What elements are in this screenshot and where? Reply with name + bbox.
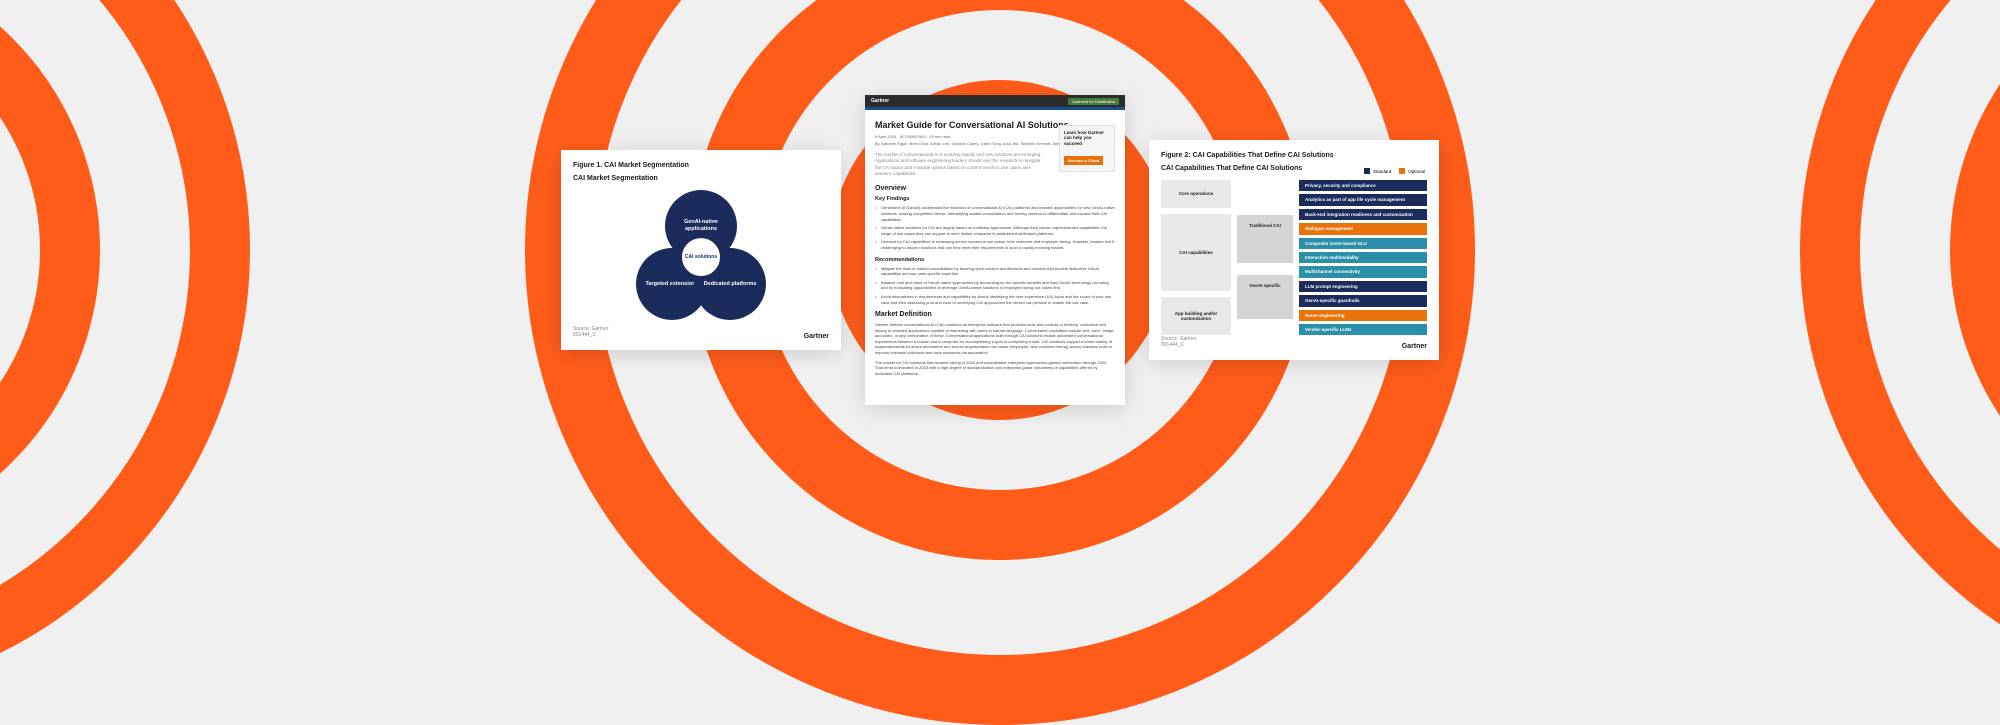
figure2-title: Figure 2: CAI Capabilities That Define C… <box>1161 152 1427 159</box>
legend-standard-label: Standard <box>1373 169 1391 174</box>
cap-guardrails: GenAI-specific guardrails <box>1299 295 1427 306</box>
figure2-card: Figure 2: CAI Capabilities That Define C… <box>1149 140 1439 360</box>
swatch-navy <box>1364 168 1370 174</box>
recommendation-item: Avoid mismatches in requirements and cap… <box>875 294 1115 305</box>
cta-box: Learn how Gartner can help you succeed B… <box>1059 125 1115 172</box>
market-def-heading: Market Definition <box>875 311 1115 318</box>
figure2-middle-col: Traditional CAI GenAI specific <box>1237 180 1293 335</box>
recommendation-item: Mitigate the risks of market consolidati… <box>875 266 1115 277</box>
cap-nlu: Composite intent-based NLU <box>1299 238 1427 249</box>
figure1-subtitle: CAI Market Segmentation <box>573 175 829 182</box>
recommendations-heading: Recommendations <box>875 257 1115 263</box>
side-main: CAI capabilities <box>1161 214 1231 291</box>
recommendations-list: Mitigate the risks of market consolidati… <box>875 266 1115 306</box>
side-appbuild: App building and/or customization <box>1161 297 1231 335</box>
venn-diagram: GenAI-native applications Targeted exten… <box>626 190 776 320</box>
cap-dialogue: Dialogue management <box>1299 223 1427 234</box>
figure2-right-col: Privacy, security and compliance Analyti… <box>1299 180 1427 335</box>
cap-llm-prompt: LLM prompt engineering <box>1299 281 1427 292</box>
market-def-body1: Gartner defines conversational AI (CAI) … <box>875 322 1115 356</box>
figure2-diagram: Core operations CAI capabilities App bui… <box>1161 180 1427 335</box>
cap-analytics: Analytics as part of app life cycle mana… <box>1299 194 1427 205</box>
header-brand: Gartner <box>871 98 889 104</box>
key-finding-item: Demand for CAI capabilities is increasin… <box>875 239 1115 250</box>
mid-trad: Traditional CAI <box>1237 215 1293 263</box>
doc-header: Gartner Licensed for Distribution <box>865 95 1125 107</box>
license-badge: Licensed for Distribution <box>1068 98 1119 105</box>
overview-heading: Overview <box>875 185 1115 192</box>
legend-optional: Optional <box>1399 168 1425 174</box>
key-finding-item: GenAI-native solutions for CAI are large… <box>875 225 1115 236</box>
cap-privacy: Privacy, security and compliance <box>1299 180 1427 191</box>
doc-content: Market Guide for Conversational AI Solut… <box>865 110 1125 386</box>
cap-backend: Back-end integration readiness and custo… <box>1299 209 1427 220</box>
cta-button[interactable]: Become a Client <box>1064 156 1103 165</box>
cap-multimodal: Interaction multimodality <box>1299 252 1427 263</box>
main-document-card: Gartner Licensed for Distribution Market… <box>865 95 1125 405</box>
figure1-brand: Gartner <box>804 333 829 340</box>
documents-container: Figure 1. CAI Market Segmentation CAI Ma… <box>561 95 1439 405</box>
figure1-card: Figure 1. CAI Market Segmentation CAI Ma… <box>561 150 841 350</box>
swatch-orange <box>1399 168 1405 174</box>
key-finding-item: Generative AI (GenAI) accelerated the ev… <box>875 205 1115 222</box>
figure1-title: Figure 1. CAI Market Segmentation <box>573 162 829 169</box>
market-def-body2: The market for CAI solutions first becam… <box>875 360 1115 377</box>
key-findings-list: Generative AI (GenAI) accelerated the ev… <box>875 205 1115 250</box>
side-core: Core operations <box>1161 180 1231 208</box>
cap-vendor-llm: Vendor-specific LLMs <box>1299 324 1427 335</box>
cap-multichannel: Multichannel connectivity <box>1299 266 1427 277</box>
cap-routing: Route engineering <box>1299 310 1427 321</box>
figure2-left-col: Core operations CAI capabilities App bui… <box>1161 180 1231 335</box>
venn-center: CAI solutions <box>680 236 722 278</box>
figure1-source: Source: Gartner 801444_C <box>573 326 609 338</box>
figure2-source-id: 801444_C <box>1161 342 1184 348</box>
legend-standard: Standard <box>1364 168 1391 174</box>
mid-genai: GenAI specific <box>1237 275 1293 319</box>
recommendation-item: Balance cost and value of GenAI-native a… <box>875 280 1115 291</box>
figure2-legend: Standard Optional <box>1364 168 1425 174</box>
figure1-source-id: 801444_C <box>573 332 596 338</box>
doc-intro: The market of conversational AI is evolv… <box>875 152 1043 177</box>
figure2-source: Source: Gartner 801444_C <box>1161 336 1197 348</box>
figure2-brand: Gartner <box>1402 343 1427 350</box>
legend-optional-label: Optional <box>1408 169 1425 174</box>
key-findings-heading: Key Findings <box>875 196 1115 202</box>
cta-text: Learn how Gartner can help you succeed <box>1064 130 1110 146</box>
